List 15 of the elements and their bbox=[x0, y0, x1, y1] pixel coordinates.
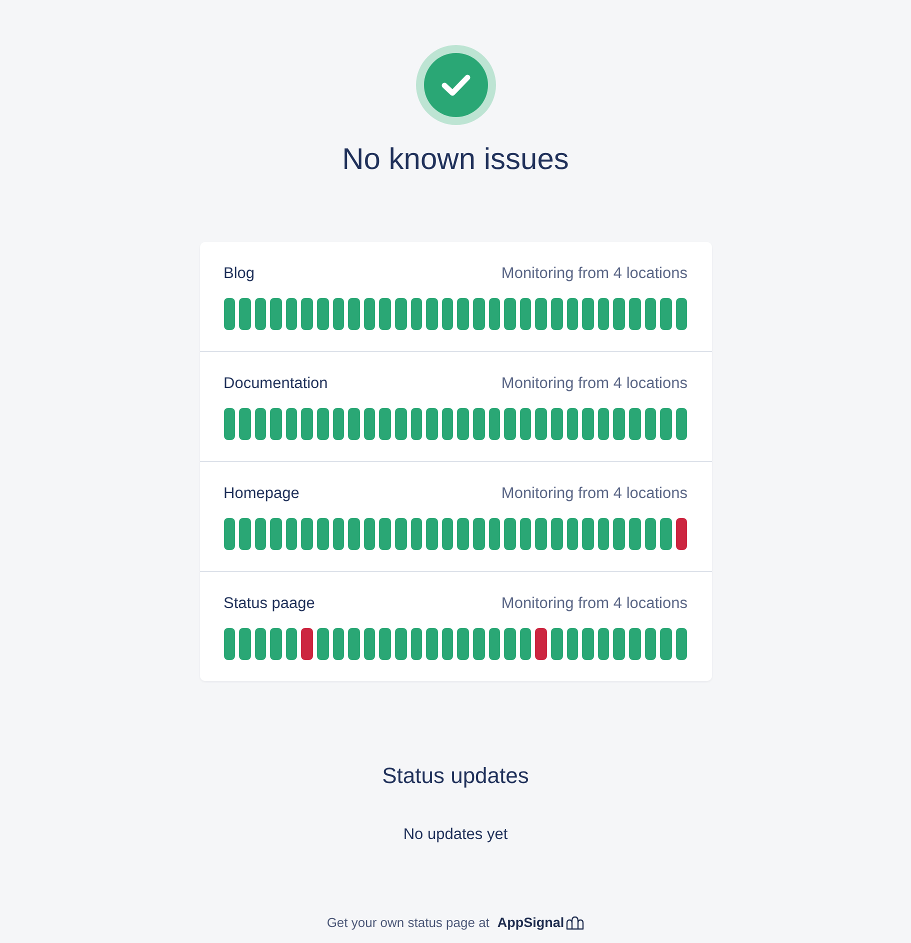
monitoring-locations: Monitoring from 4 locations bbox=[501, 375, 688, 393]
monitor-name: Homepage bbox=[224, 485, 300, 503]
monitor-name: Documentation bbox=[224, 375, 328, 393]
logo-icon bbox=[566, 916, 584, 930]
updates-heading: Status updates bbox=[382, 763, 529, 789]
check-circle-icon bbox=[416, 45, 496, 125]
monitoring-locations: Monitoring from 4 locations bbox=[501, 595, 688, 613]
status-title: No known issues bbox=[342, 142, 569, 178]
monitor-name: Blog bbox=[224, 265, 255, 283]
footer-text: Get your own status page at bbox=[326, 915, 490, 930]
monitoring-locations: Monitoring from 4 locations bbox=[501, 485, 688, 503]
no-updates-text: No updates yet bbox=[403, 825, 508, 845]
monitor-name: Status paage bbox=[224, 595, 315, 613]
appsignal-link[interactable]: AppSignal bbox=[497, 915, 584, 930]
monitoring-locations: Monitoring from 4 locations bbox=[501, 265, 688, 283]
